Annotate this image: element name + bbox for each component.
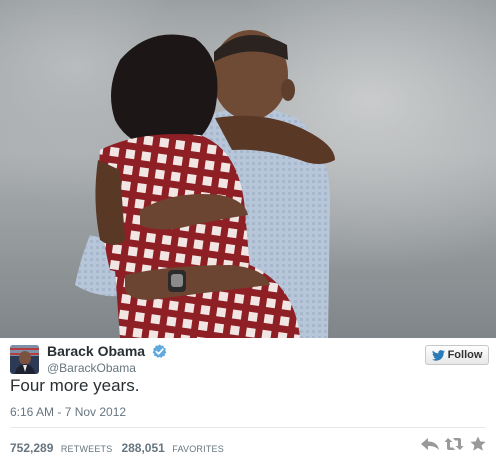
reply-icon[interactable] <box>420 436 440 452</box>
verified-badge-icon <box>152 344 167 359</box>
tweet-actions <box>416 436 488 452</box>
retweets-label: RETWEETS <box>60 444 113 454</box>
tweet-stats: 752,289 RETWEETS 288,051 FAVORITES <box>10 439 224 457</box>
avatar-photo-icon <box>10 345 39 374</box>
follow-button[interactable]: Follow <box>425 345 489 365</box>
author-name[interactable]: Barack Obama <box>47 343 145 359</box>
retweets-count: 752,289 <box>10 441 54 455</box>
tweet-photo[interactable] <box>0 0 496 338</box>
photo-two-people-embracing-icon <box>0 0 496 338</box>
tweet-timestamp[interactable]: 6:16 AM - 7 Nov 2012 <box>10 405 126 419</box>
bird-icon <box>431 349 445 361</box>
tweet-text: Four more years. <box>10 376 140 395</box>
retweet-icon[interactable] <box>444 436 464 452</box>
author-name-row[interactable]: Barack Obama <box>47 342 167 360</box>
tweet-card: Barack Obama @BarackObama Follow Four mo… <box>0 0 496 467</box>
retweets-stat[interactable]: 752,289 RETWEETS <box>10 439 112 457</box>
favorites-stat[interactable]: 288,051 FAVORITES <box>121 439 224 457</box>
avatar[interactable] <box>10 345 39 374</box>
author-handle[interactable]: @BarackObama <box>47 361 136 375</box>
favorites-label: FAVORITES <box>172 444 224 454</box>
favorite-icon[interactable] <box>468 436 488 452</box>
follow-label: Follow <box>447 349 483 361</box>
favorites-count: 288,051 <box>121 441 165 455</box>
divider <box>10 427 486 428</box>
